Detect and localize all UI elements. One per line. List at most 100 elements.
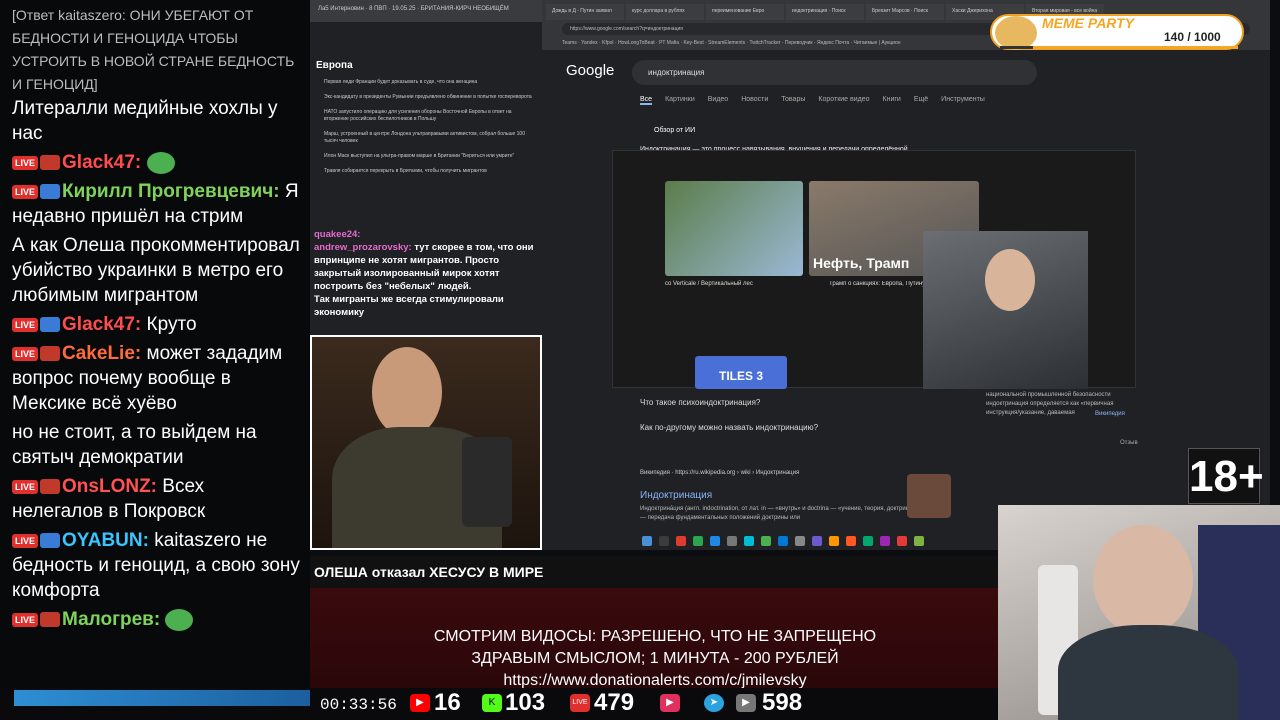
emote-icon [146,151,175,174]
chat-username[interactable]: Кирилл Прогревцевич: [62,181,280,202]
google-logo[interactable]: Google [566,62,614,79]
taskbar-app-icon[interactable] [812,536,822,546]
chat-progress-bar [14,690,310,706]
user-badge-icon [40,317,61,333]
browser-tab[interactable]: индоктринация · Поиск [786,4,864,20]
news-item[interactable]: НАТО запустило операцию для усиления обо… [324,109,536,123]
taskbar-app-icon[interactable] [727,536,737,546]
taskbar-app-icon[interactable] [693,536,703,546]
ai-overview-title: Обзор от ИИ [654,127,696,134]
search-tab[interactable]: Картинки [665,96,695,105]
search-tab[interactable]: Книги [883,96,901,105]
taskbar-app-icon[interactable] [914,536,924,546]
feedback-label[interactable]: Отзыв [1120,440,1138,446]
chat-reply-line: [Ответ kaitaszero: ОНИ УБЕГАЮТ ОТ БЕДНОС… [12,7,295,92]
wiki-snippet: Индоктрина́ция (англ. indoctrination, от… [640,506,918,521]
question-2[interactable]: Как по-другому можно назвать индоктринац… [640,423,818,432]
taskbar-app-icon[interactable] [863,536,873,546]
browser-tab[interactable]: Дождь в Д - Путин заявил [546,4,624,20]
overlay-chat-message: quakee24: [314,228,538,241]
microphone [462,437,512,527]
age-rating: 18+ [1188,448,1264,504]
meme-progress-fill [1000,46,1034,49]
news-item[interactable]: Илон Маск выступил на ультра-правом марш… [324,153,536,160]
telegram-icon: ➤ [704,694,724,712]
side-link[interactable]: Википедия [1095,411,1125,417]
live-badge-icon: LIVE [12,317,39,332]
taskbar-app-icon[interactable] [659,536,669,546]
browser-tab[interactable]: курс доллара в рублях [626,4,704,20]
overlay-chat-message: andrew_prozarovsky: тут скорее в том, чт… [314,241,538,293]
taskbar-app-icon[interactable] [880,536,890,546]
uptime: 00:33:56 [320,696,397,714]
taskbar-app-icon[interactable] [642,536,652,546]
ticker: ОЛЕША отказал ХЕСУСУ В МИРЕ [310,556,998,588]
news-item[interactable]: Первая леди Франции будет доказывать в с… [324,79,536,86]
chat-username[interactable]: Glack47: [62,152,141,173]
youtube-icon: ▶ [410,694,430,712]
twitch-icon: ▶ [660,694,680,712]
chat-panel: [Ответ kaitaszero: ОНИ УБЕГАЮТ ОТ БЕДНОС… [0,0,310,720]
chat-username[interactable]: Glack47: [62,314,141,335]
video-popup[interactable]: Нефть, Трамп co Verticale / Вертикальный… [612,150,1136,389]
streamer-webcam [998,505,1280,720]
live-badge-icon: LIVE [12,346,39,361]
taskbar-app-icon[interactable] [761,536,771,546]
chat-username[interactable]: OnsLONZ: [62,476,157,497]
search-tab[interactable]: Инструменты [941,96,985,105]
taskbar-app-icon[interactable] [744,536,754,546]
right-browser-window: Дождь в Д - Путин заявил курс доллара в р… [542,0,1270,550]
taskbar-app-icon[interactable] [795,536,805,546]
chat-message: LIVE Кирилл Прогревцевич: Я недавно пришё… [12,179,300,229]
search-input[interactable]: индоктринация [632,60,1037,85]
chat-text: Круто [146,314,197,335]
taskbar-app-icon[interactable] [897,536,907,546]
banner-line-2: ЗДРАВЫМ СМЫСЛОМ; 1 МИНУТА - 200 РУБЛЕЙ [471,650,839,667]
wiki-thumbnail[interactable] [907,474,951,518]
chat-username[interactable]: CakeLie: [62,343,141,364]
rutube-icon: ▶ [736,694,756,712]
chat-message: Литералли медийные хохлы у нас [12,96,300,146]
search-tab[interactable]: Видео [708,96,728,105]
taskbar-app-icon[interactable] [710,536,720,546]
guest-face [372,347,442,437]
stream-overlay-chat: quakee24: andrew_prozarovsky: тут скорее… [310,228,542,332]
overlay-text: Так мигранты же всегда стимулировали эко… [314,294,504,318]
taskbar-app-icon[interactable] [676,536,686,546]
search-tab[interactable]: Товары [781,96,805,105]
search-tab[interactable]: Ещё [914,96,928,105]
telegram-viewers: 598 [762,689,803,716]
video-caption-1: co Verticale / Вертикальный лес [665,281,753,287]
search-tab[interactable]: Все [640,96,653,105]
overlay-username: andrew_prozarovsky: [314,242,412,253]
user-badge-icon [40,533,61,549]
chat-username[interactable]: Малогрев: [62,609,160,630]
search-tab[interactable]: Новости [741,96,768,105]
chat-message: LIVE OYABUN: kaitaszero не бедность и ген… [12,528,300,603]
live-badge-icon: LIVE [12,479,39,494]
browser-tab[interactable]: Брекзит Марсов · Поиск [866,4,944,20]
inset-face [985,249,1035,311]
chat-text: но не стоит, а то выйдем на святыч демок… [12,422,257,468]
donation-text: СМОТРИМ ВИДОСЫ: РАЗРЕШЕНО, ЧТО НЕ ЗАПРЕЩ… [330,626,980,692]
news-item[interactable]: Экс-кандидату в президенты Румынии предъ… [324,94,536,101]
chat-message: LIVE Glack47: [12,150,300,175]
chat-message: А как Олеша прокомментировал убийство ук… [12,233,300,308]
left-tab-title[interactable]: Ла5 Интерновин · 8 ПВП · 19.05.25 · БРИТ… [310,0,542,22]
chat-message: LIVE CakeLie: может зададим вопрос почему… [12,341,300,416]
taskbar-app-icon[interactable] [778,536,788,546]
vk-live-icon: LIVE [570,694,590,712]
browser-tab[interactable]: переименование Евро [706,4,784,20]
wiki-source[interactable]: Википедия · https://ru.wikipedia.org › w… [640,470,799,476]
question-1[interactable]: Что такое психоиндоктринация? [640,398,760,407]
streamer-body [1058,625,1238,720]
search-tab[interactable]: Короткие видео [818,96,869,105]
chat-username[interactable]: OYABUN: [62,530,149,551]
taskbar-app-icon[interactable] [846,536,856,546]
video-thumb-forest[interactable] [665,181,803,276]
wiki-title[interactable]: Индоктринация [640,490,712,501]
kick-icon: K [482,694,502,712]
taskbar-app-icon[interactable] [829,536,839,546]
news-item[interactable]: Марш, устроенный в центре Лондона ультра… [324,131,536,145]
news-item[interactable]: Травля собирается перекрыть в Британии, … [324,168,536,175]
